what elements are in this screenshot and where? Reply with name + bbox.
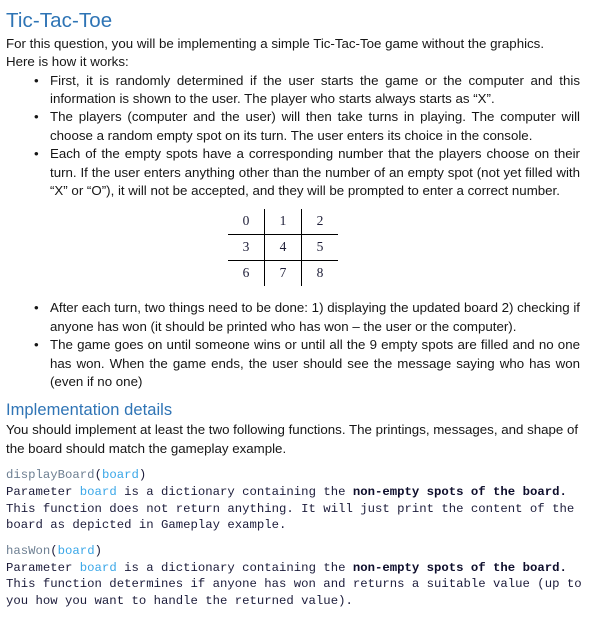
function-description-haswon: Parameter board is a dictionary containi… <box>0 560 597 610</box>
bullet-marker-icon: • <box>34 146 39 162</box>
table-row: 3 4 5 <box>228 234 338 261</box>
list-item: • First, it is randomly determined if th… <box>0 72 597 109</box>
desc-text: is a dictionary containing the <box>116 485 353 500</box>
rules-list-top: • First, it is randomly determined if th… <box>0 72 597 201</box>
desc-text: Parameter <box>6 560 80 575</box>
table-row: 6 7 8 <box>228 260 338 287</box>
implementation-heading: Implementation details <box>6 401 173 420</box>
desc-emphasis: non-empty spots of the board. <box>352 485 567 500</box>
list-item: • Each of the empty spots have a corresp… <box>0 145 597 200</box>
open-paren: ( <box>50 543 58 558</box>
board-cell: 6 <box>228 260 265 287</box>
board-cell: 7 <box>264 260 302 287</box>
list-item-text: First, it is randomly determined if the … <box>50 72 580 106</box>
open-paren: ( <box>94 468 102 483</box>
function-argument: board <box>101 468 139 483</box>
list-item-text: The game goes on until someone wins or u… <box>50 337 580 390</box>
implementation-description: You should implement at least the two fo… <box>6 422 579 456</box>
bullet-marker-icon: • <box>34 300 39 316</box>
intro-line-2: Here is how it works: <box>6 54 129 70</box>
list-item-text: The players (computer and the user) will… <box>50 109 580 143</box>
desc-argument: board <box>79 485 117 500</box>
desc-argument: board <box>79 560 117 575</box>
function-signature-haswon: hasWon(board) <box>0 543 597 560</box>
bullet-marker-icon: • <box>34 337 39 353</box>
board-cell: 8 <box>301 260 338 287</box>
rules-list-bottom: • After each turn, two things need to be… <box>0 299 597 391</box>
desc-emphasis: non-empty spots of the board. <box>352 560 567 575</box>
board-cell: 1 <box>264 209 302 235</box>
board-cell: 2 <box>301 209 338 235</box>
board-cell: 4 <box>264 234 302 261</box>
list-item-text: After each turn, two things need to be d… <box>50 300 581 334</box>
close-paren: ) <box>138 468 147 483</box>
intro-line-1: For this question, you will be implement… <box>6 36 545 51</box>
document-page: Tic-Tac-Toe For this question, you will … <box>0 0 597 630</box>
bullet-marker-icon: • <box>34 109 39 125</box>
close-paren: ) <box>94 543 102 558</box>
function-argument: board <box>57 543 95 558</box>
bullet-marker-icon: • <box>34 72 39 88</box>
list-item: • After each turn, two things need to be… <box>0 299 597 336</box>
board-cell: 3 <box>228 234 265 261</box>
function-name: displayBoard <box>6 468 95 483</box>
tic-tac-toe-board: 0 1 2 3 4 5 6 7 8 <box>228 209 338 287</box>
table-row: 0 1 2 <box>228 209 338 235</box>
list-item: • The players (computer and the user) wi… <box>0 108 597 145</box>
board-cell: 0 <box>242 213 250 229</box>
list-item-text: Each of the empty spots have a correspon… <box>50 146 580 199</box>
board-grid-wrapper: 0 1 2 3 4 5 6 7 8 <box>0 209 597 287</box>
list-item: • The game goes on until someone wins or… <box>0 336 597 391</box>
page-title: Tic-Tac-Toe <box>6 9 113 32</box>
function-description-displayboard: Parameter board is a dictionary containi… <box>0 484 597 534</box>
function-name: hasWon <box>6 543 51 558</box>
desc-text: Parameter <box>6 485 80 500</box>
desc-text: is a dictionary containing the <box>116 560 353 575</box>
board-cell: 5 <box>301 234 338 261</box>
function-signature-displayboard: displayBoard(board) <box>0 467 597 484</box>
